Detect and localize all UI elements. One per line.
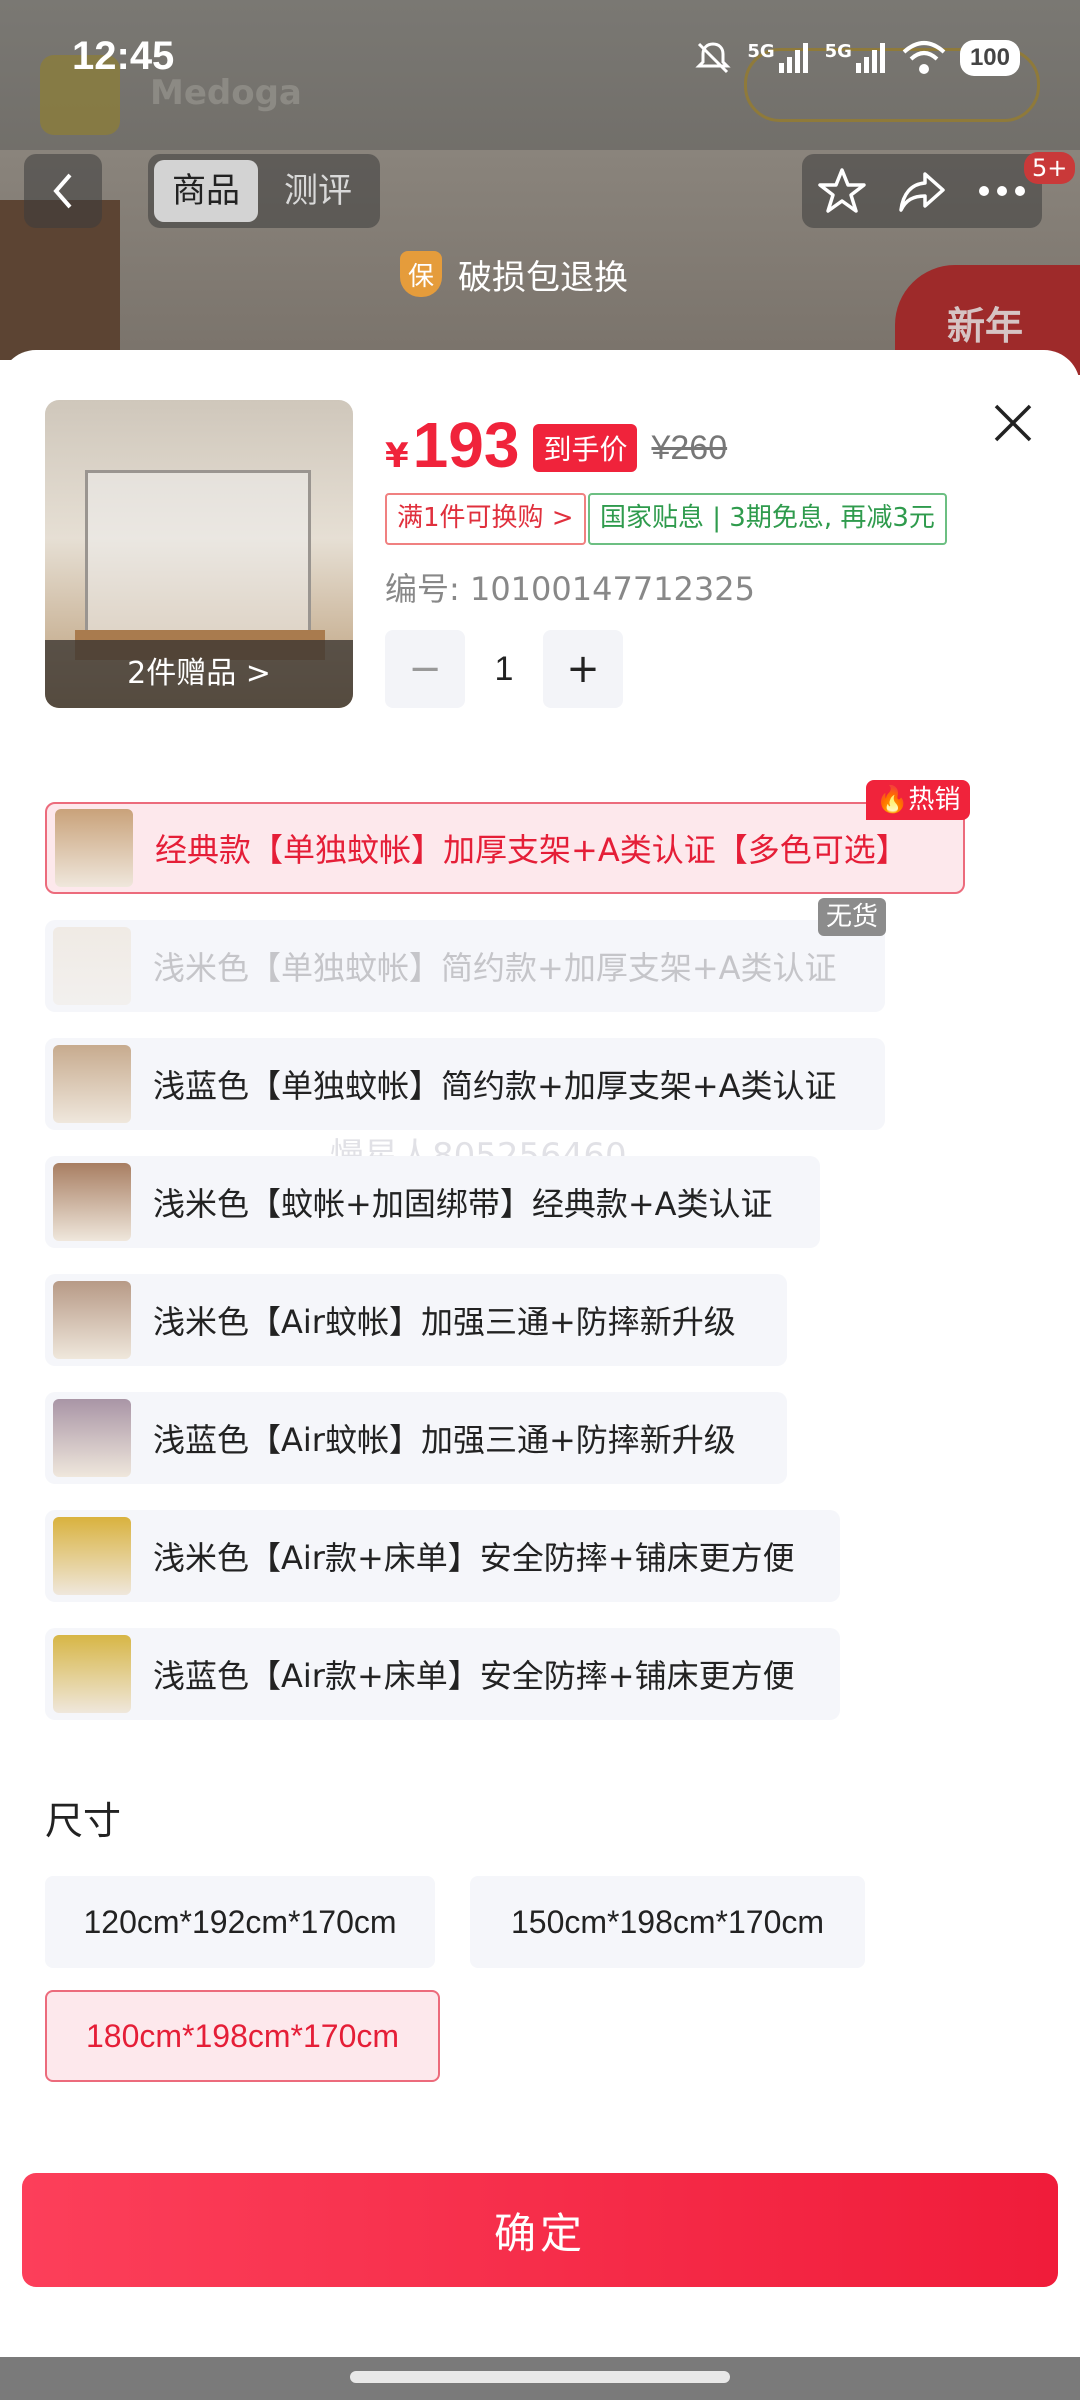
exchange-promo-tag[interactable]: 满1件可换购 > (385, 493, 586, 545)
final-price-tag: 到手价 (533, 424, 638, 472)
increase-button[interactable]: + (543, 630, 623, 708)
color-option-thumb (53, 1281, 131, 1359)
color-option[interactable]: 浅米色【Air款+床单】安全防摔+铺床更方便 (45, 1510, 840, 1602)
size-option[interactable]: 120cm*192cm*170cm (45, 1876, 435, 1968)
color-option[interactable]: 浅蓝色【Air款+床单】安全防摔+铺床更方便 (45, 1628, 840, 1720)
color-option[interactable]: 浅米色【蚊帐+加固绑带】经典款+A类认证 (45, 1156, 820, 1248)
color-option-thumb (53, 1163, 131, 1241)
chevron-left-icon (53, 173, 72, 209)
network-label-1: 5G (747, 41, 775, 62)
size-option[interactable]: 180cm*198cm*170cm (45, 1990, 440, 2082)
color-option-thumb (55, 809, 133, 887)
price-row: ¥ 193 到手价 ¥260 (385, 408, 727, 482)
color-option-thumb (53, 1399, 131, 1477)
gifts-button[interactable]: 2件赠品 > (45, 640, 353, 708)
tab-review[interactable]: 测评 (266, 160, 370, 222)
shield-icon: 保 (400, 251, 442, 297)
quantity-value: 1 (494, 649, 514, 688)
share-icon[interactable] (897, 166, 947, 216)
mosquito-net-illustration (85, 470, 311, 646)
color-option[interactable]: 浅蓝色【单独蚊帐】简约款+加厚支架+A类认证 (45, 1038, 885, 1130)
color-option[interactable]: 浅米色【单独蚊帐】简约款+加厚支架+A类认证 (45, 920, 885, 1012)
color-option-label: 浅米色【Air款+床单】安全防摔+铺床更方便 (153, 1539, 795, 1577)
original-price: ¥260 (651, 429, 728, 467)
color-option-label: 浅蓝色【Air款+床单】安全防摔+铺床更方便 (153, 1657, 795, 1695)
home-gesture-handle[interactable] (350, 2371, 730, 2383)
color-option[interactable]: 经典款【单独蚊帐】加厚支架+A类认证【多色可选】 (45, 802, 965, 894)
product-code: 编号: 10100147712325 (385, 570, 755, 608)
message-count-badge: 5+ (1024, 152, 1076, 184)
color-option[interactable]: 浅蓝色【Air蚊帐】加强三通+防摔新升级 (45, 1392, 787, 1484)
guarantee-label: 破损包退换 (458, 257, 628, 298)
top-actions (802, 154, 1042, 228)
status-time: 12:45 (72, 34, 175, 78)
subsidy-tag: 国家贴息 | 3期免息, 再减3元 (588, 493, 947, 545)
size-option[interactable]: 150cm*198cm*170cm (470, 1876, 865, 1968)
tab-product[interactable]: 商品 (154, 160, 258, 222)
final-price: 193 (412, 409, 520, 481)
wifi-icon (902, 41, 946, 74)
color-option[interactable]: 浅米色【Air蚊帐】加强三通+防摔新升级 (45, 1274, 787, 1366)
guarantee-banner: 保 破损包退换 (400, 236, 720, 312)
color-option-label: 浅蓝色【单独蚊帐】简约款+加厚支架+A类认证 (153, 1067, 837, 1105)
color-option-label: 浅蓝色【Air蚊帐】加强三通+防摔新升级 (153, 1421, 736, 1459)
color-option-label: 浅米色【蚊帐+加固绑带】经典款+A类认证 (153, 1185, 773, 1223)
status-bar: 12:45 5G 5G 100 (0, 0, 1080, 120)
size-section-title: 尺寸 (45, 1799, 122, 1843)
currency-symbol: ¥ (385, 436, 409, 476)
signal-5g-2-icon: 5G (825, 41, 888, 75)
status-icons: 5G 5G 100 (693, 38, 1020, 78)
quantity-stepper: − 1 + (385, 630, 623, 708)
close-icon[interactable] (990, 400, 1036, 446)
out-of-stock-badge: 无货 (818, 898, 887, 936)
product-image[interactable]: 2件赠品 > (45, 400, 353, 708)
color-option-thumb (53, 927, 131, 1005)
page-tab-switcher: 商品 测评 (148, 154, 380, 228)
battery-indicator: 100 (959, 40, 1020, 76)
color-option-thumb (53, 1517, 131, 1595)
network-label-2: 5G (824, 41, 852, 62)
back-button[interactable] (24, 154, 102, 228)
sku-selector-sheet: 2件赠品 > ¥ 193 到手价 ¥260 满1件可换购 > 国家贴息 | 3期… (0, 350, 1080, 2400)
star-icon[interactable] (817, 166, 867, 216)
signal-5g-1-icon: 5G (747, 41, 810, 75)
color-section-header (45, 735, 1035, 775)
hot-sale-badge: 🔥热销 (866, 780, 971, 820)
mute-icon (695, 42, 731, 74)
confirm-button[interactable]: 确定 (22, 2173, 1058, 2287)
color-option-label: 浅米色【单独蚊帐】简约款+加厚支架+A类认证 (153, 949, 837, 987)
color-option-label: 浅米色【Air蚊帐】加强三通+防摔新升级 (153, 1303, 736, 1341)
decrease-button[interactable]: − (385, 630, 465, 708)
service-section-header (45, 2130, 1035, 2162)
color-option-thumb (53, 1635, 131, 1713)
more-icon[interactable] (977, 181, 1027, 201)
color-option-thumb (53, 1045, 131, 1123)
color-option-label: 经典款【单独蚊帐】加厚支架+A类认证【多色可选】 (155, 831, 908, 869)
